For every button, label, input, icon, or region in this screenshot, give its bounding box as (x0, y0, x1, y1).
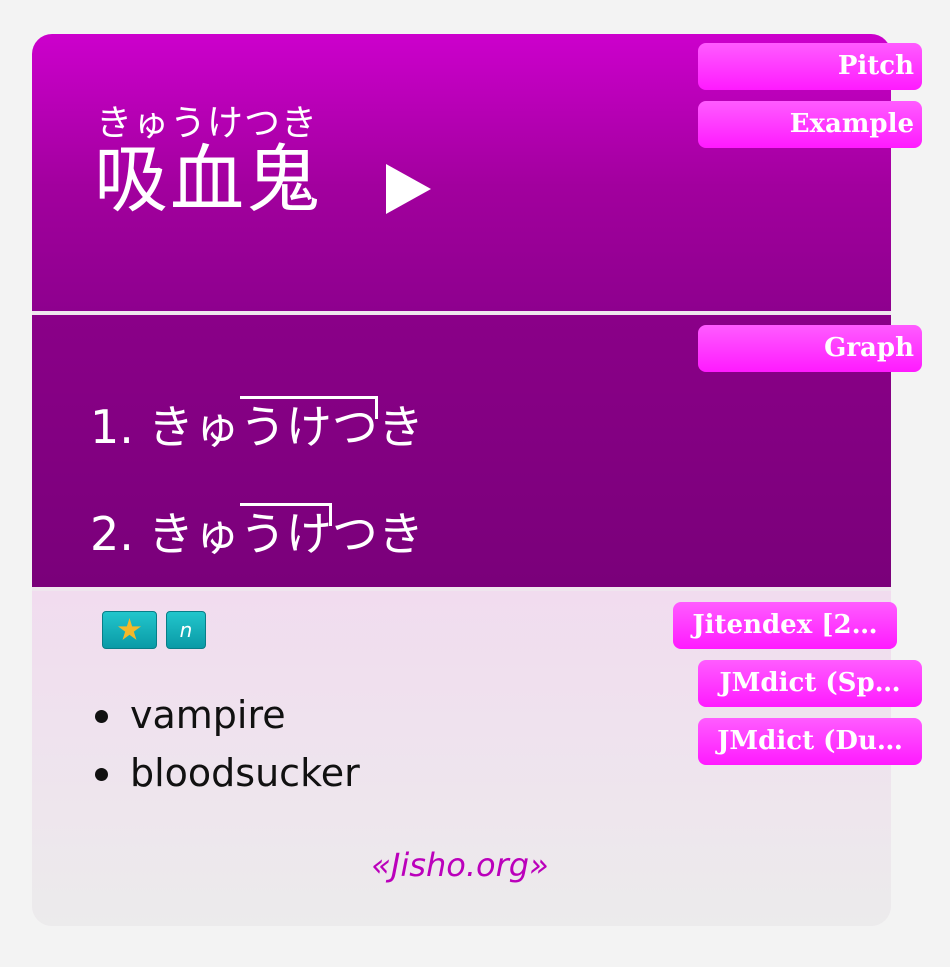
pitch-entry-number: 2. (90, 507, 134, 561)
star-icon (117, 618, 142, 640)
common-word-tag[interactable] (102, 611, 157, 649)
pitch-entry: 2. きゅうけつき (90, 503, 424, 562)
example-tab[interactable]: Example (698, 101, 922, 148)
pitch-mora-low: き (377, 400, 424, 454)
tag-list: n (102, 611, 206, 649)
jmdict-dutch-tab[interactable]: JMdict (Du… (698, 718, 922, 765)
play-icon[interactable] (386, 164, 431, 214)
gloss-item: vampire (95, 686, 360, 744)
source-link[interactable]: «Jisho.org» (0, 846, 920, 884)
pitch-mora-low: つき (331, 507, 424, 561)
pitch-entry: 1. きゅうけつき (90, 396, 424, 455)
pitch-mora-low: きゅ (147, 507, 240, 561)
jmdict-spanish-tab[interactable]: JMdict (Sp… (698, 660, 922, 707)
pitch-entry-number: 1. (90, 400, 134, 454)
pitch-tab[interactable]: Pitch (698, 43, 922, 90)
jitendex-tab[interactable]: Jitendex [2… (673, 602, 897, 649)
pitch-mora-high: うけ (239, 503, 332, 562)
graph-tab[interactable]: Graph (698, 325, 922, 372)
pitch-mora-high: うけつ (239, 396, 378, 455)
gloss-list: vampire bloodsucker (95, 686, 360, 802)
headword-kanji: 吸血鬼 (94, 137, 322, 223)
pitch-mora-low: きゅ (147, 400, 240, 454)
gloss-item: bloodsucker (95, 744, 360, 802)
part-of-speech-tag[interactable]: n (166, 611, 206, 649)
